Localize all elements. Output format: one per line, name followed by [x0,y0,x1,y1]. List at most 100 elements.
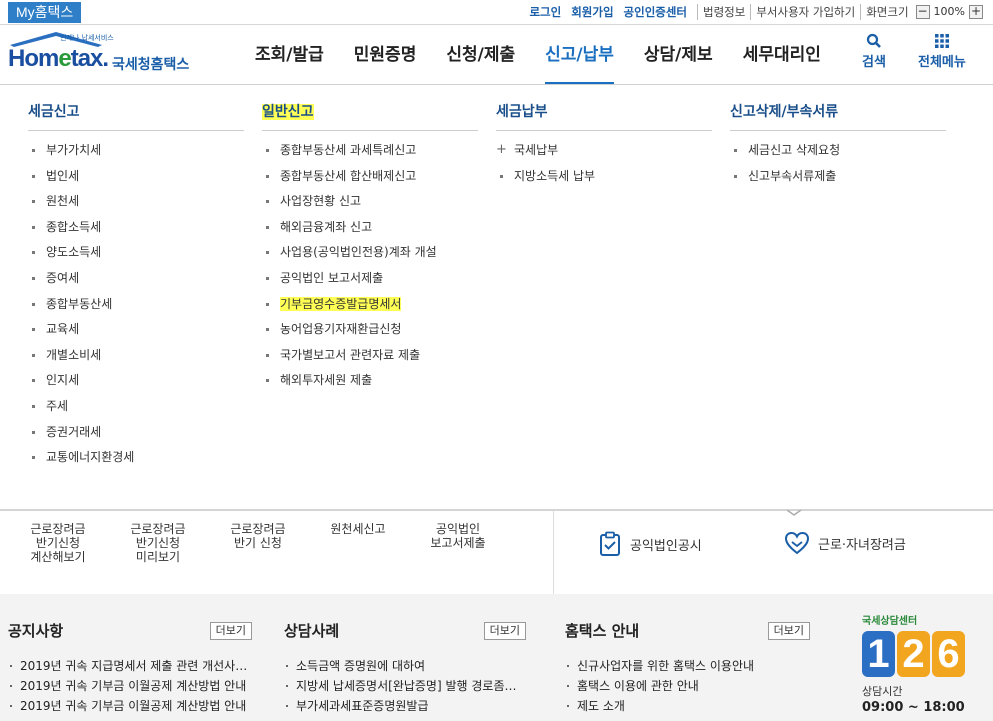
submenu-column-tax-payment: 세금납부 + 국세납부 지방소득세 납부 [496,103,712,191]
submenu-item[interactable]: 종합부동산세 합산배제신고 [262,166,478,192]
call-center-hours: 09:00 ~ 18:00 [862,700,965,715]
submenu-item[interactable]: 교통에너지환경세 [28,447,244,473]
submenu-item[interactable]: 부가가치세 [28,140,244,166]
submenu-item[interactable]: 사업용(공익법인전용)계좌 개설 [262,242,478,268]
top-utility-bar: My홈택스 로그인 회원가입 공인인증센터 법령정보 부서사용자 가입하기 화면… [0,0,993,25]
all-menu-button[interactable]: 전체메뉴 [918,33,966,70]
call-center-hours-label: 상담시간 [862,685,903,698]
quick-item-credit-apply[interactable]: 근로장려금 반기 신청 [222,522,294,550]
submenu-column-report-delete: 신고삭제/부속서류 세금신고 삭제요청 신고부속서류제출 [730,103,946,191]
nav-item[interactable]: 세무대리인 [728,25,836,85]
submenu-item[interactable]: 종합부동산세 [28,294,244,320]
submenu-item[interactable]: 세금신고 삭제요청 [730,140,946,166]
submenu-item[interactable]: 증여세 [28,268,244,294]
call-center-banner[interactable]: 국세상담센터 126 상담시간 09:00 ~ 18:00 [862,612,982,717]
submenu-list: + 국세납부 지방소득세 납부 [496,140,712,191]
quick-item-credit-calc[interactable]: 근로장려금 반기신청 계산해보기 [22,522,94,564]
call-center-digit: 1 [862,631,895,677]
guide-list: 신규사업자를 위한 홈택스 이용안내 홈택스 이용에 관한 안내 제도 소개 [565,656,810,716]
call-center-digit: 2 [897,631,930,677]
board-item[interactable]: 지방세 납세증명서[완납증명] 발행 경로좀… [284,676,526,696]
board-item[interactable]: 신규사업자를 위한 홈택스 이용안내 [565,656,810,676]
board-item[interactable]: 2019년 귀속 지급명세서 제출 관련 개선사… [8,656,252,676]
notice-board: 공지사항 더보기 2019년 귀속 지급명세서 제출 관련 개선사… 2019년 … [8,620,252,716]
submenu-item[interactable]: 기부금영수증발급명세서 [262,294,478,320]
cases-list: 소득금액 증명원에 대하여 지방세 납세증명서[완납증명] 발행 경로좀… 부가세과… [284,656,526,716]
submenu-item[interactable]: 증권거래세 [28,422,244,448]
submenu-item[interactable]: 주세 [28,396,244,422]
submenu-column-general-report: 일반신고 종합부동산세 과세특례신고 종합부동산세 합산배제신고 사업장현황 신고 해… [262,103,478,396]
hometax-logo[interactable]: 언제나 납세서비스 Hometax. 국세청홈택스 [8,31,198,77]
zoom-out-button[interactable]: − [915,5,930,19]
call-center-number: 126 [862,631,982,677]
plus-icon: + [496,142,507,157]
zoom-in-button[interactable]: + [969,5,983,19]
submenu-title-tax-report: 세금신고 [28,103,244,131]
guide-board: 홈택스 안내 더보기 신규사업자를 위한 홈택스 이용안내 홈택스 이용에 관한 … [565,620,810,716]
notice-list: 2019년 귀속 지급명세서 제출 관련 개선사… 2019년 귀속 기부금 이월… [8,656,252,716]
submenu-item[interactable]: 사업장현황 신고 [262,191,478,217]
submenu-item[interactable]: 인지세 [28,370,244,396]
quick-item-withholding-report[interactable]: 원천세신고 [322,522,394,536]
earned-child-credit-link[interactable]: 근로·자녀장려금 [784,531,906,555]
logo-tagline: 언제나 납세서비스 [60,34,114,42]
board-item[interactable]: 2019년 귀속 기부금 이월공제 계산방법 안내 [8,696,252,716]
cert-center-link[interactable]: 공인인증센터 [624,4,687,20]
submenu-item[interactable]: 국가별보고서 관련자료 제출 [262,345,478,371]
guide-more-button[interactable]: 더보기 [767,622,810,640]
submenu-list: 부가가치세 법인세 원천세 종합소득세 양도소득세 증여세 종합부동산세 교육세 개별소비세 인지… [28,140,244,473]
submenu-dropdown: 세금신고 부가가치세 법인세 원천세 종합소득세 양도소득세 증여세 종합부동산세 교육세 개별… [0,85,993,509]
band-divider [553,511,554,596]
notice-more-button[interactable]: 더보기 [209,622,252,640]
submenu-item[interactable]: 종합소득세 [28,217,244,243]
search-icon [866,33,881,48]
board-item[interactable]: 부가세과세표준증명원발급 [284,696,526,716]
nav-item[interactable]: 상담/제보 [629,25,728,85]
logo-brand: Hometax. [8,45,109,72]
bottom-boards: 공지사항 더보기 2019년 귀속 지급명세서 제출 관련 개선사… 2019년 … [0,594,993,721]
signup-link[interactable]: 회원가입 [571,4,613,20]
clipboard-check-icon [600,531,620,556]
public-corp-disclosure-link[interactable]: 공익법인공시 [598,531,702,557]
call-center-title: 국세상담센터 [862,616,918,627]
submenu-item[interactable]: 양도소득세 [28,242,244,268]
quick-item-credit-preview[interactable]: 근로장려금 반기신청 미리보기 [122,522,194,564]
submenu-item[interactable]: 지방소득세 납부 [496,166,712,192]
nav-item[interactable]: 신고/납부 [530,25,629,85]
submenu-item[interactable]: 원천세 [28,191,244,217]
submenu-item[interactable]: 해외투자세원 제출 [262,370,478,396]
submenu-title-report-delete: 신고삭제/부속서류 [730,103,946,131]
submenu-item[interactable]: 종합부동산세 과세특례신고 [262,140,478,166]
submenu-item[interactable]: 해외금융계좌 신고 [262,217,478,243]
submenu-item[interactable]: 법인세 [28,166,244,192]
board-item[interactable]: 홈택스 이용에 관한 안내 [565,676,810,696]
submenu-item[interactable]: 개별소비세 [28,345,244,371]
dept-user-join-link[interactable]: 부서사용자 가입하기 [750,4,860,20]
law-info-link[interactable]: 법령정보 [697,4,750,20]
submenu-item[interactable]: 농어업용기자재환급신청 [262,319,478,345]
nav-item[interactable]: 신청/제출 [431,25,530,85]
quick-item-public-corp-report[interactable]: 공익법인 보고서제출 [422,522,494,550]
nav-item[interactable]: 민원증명 [339,25,432,85]
my-hometax-button[interactable]: My홈택스 [8,2,82,23]
login-link[interactable]: 로그인 [529,4,561,20]
nav-item[interactable]: 조회/발급 [240,25,339,85]
cases-board: 상담사례 더보기 소득금액 증명원에 대하여 지방세 납세증명서[완납증명] 발행… [284,620,526,716]
logo-korean-name: 국세청홈택스 [112,57,190,73]
screen-size-label: 화면크기 [860,4,913,20]
call-center-digit: 6 [932,631,965,677]
submenu-item[interactable]: 교육세 [28,319,244,345]
submenu-item[interactable]: + 국세납부 [496,140,712,166]
board-item[interactable]: 소득금액 증명원에 대하여 [284,656,526,676]
search-button[interactable]: 검색 [862,33,886,70]
submenu-item[interactable]: 공익법인 보고서제출 [262,268,478,294]
submenu-list: 세금신고 삭제요청 신고부속서류제출 [730,140,946,191]
quick-menu-band: 근로장려금 반기신청 계산해보기 근로장려금 반기신청 미리보기 근로장려금 반기 신청 … [0,509,993,596]
heart-hands-icon [784,531,810,555]
submenu-title-general-report: 일반신고 [262,103,478,131]
board-item[interactable]: 2019년 귀속 기부금 이월공제 계산방법 안내 [8,676,252,696]
cases-more-button[interactable]: 더보기 [483,622,526,640]
header: 언제나 납세서비스 Hometax. 국세청홈택스 조회/발급 민원증명 신청/제출… [0,25,993,85]
board-item[interactable]: 제도 소개 [565,696,810,716]
submenu-item[interactable]: 신고부속서류제출 [730,166,946,192]
